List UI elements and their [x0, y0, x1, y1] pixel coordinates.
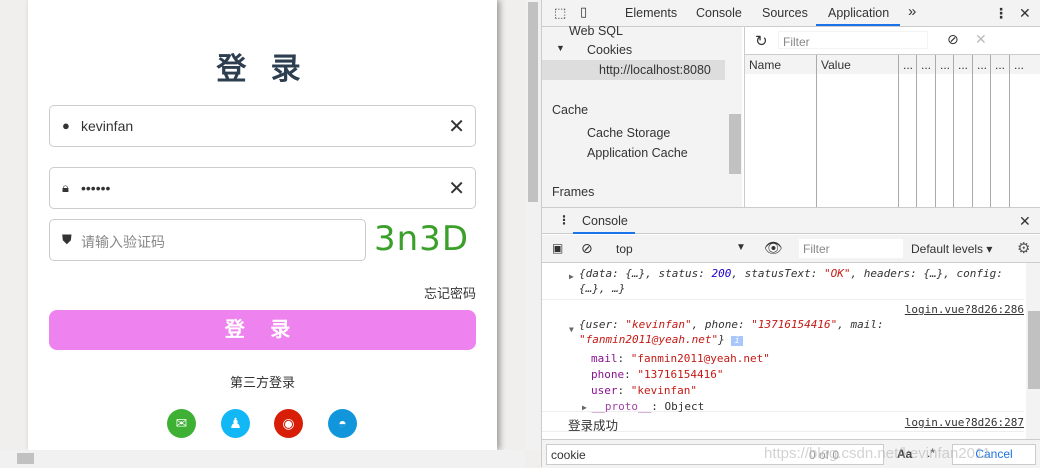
phone-value: "13716154416"	[637, 368, 724, 381]
captcha-placeholder: 请输入验证码	[81, 234, 165, 250]
sidebar-scrollbar[interactable]	[729, 114, 741, 174]
user-icon: ●	[62, 118, 70, 133]
lock-icon: 🔒︎	[62, 180, 69, 195]
sidebar-item-cookie-host[interactable]: http://localhost:8080	[542, 60, 725, 80]
qq-icon[interactable]: ♟	[221, 409, 250, 438]
console-message: ▶ {data: {…}, status: 200, statusText: "…	[542, 263, 1024, 300]
tab-console[interactable]: Console	[696, 6, 742, 20]
clear-all-icon[interactable]: ⊘	[947, 31, 959, 48]
login-title: 登 录	[216, 53, 309, 86]
sidebar-item-web-sql[interactable]: Web SQL	[569, 24, 623, 38]
weibo-icon[interactable]: ◉	[274, 409, 303, 438]
console-message: login.vue?8d26:286 ▼ {user: "kevinfan", …	[542, 300, 1024, 413]
expand-arrow-icon[interactable]: ▼	[556, 43, 565, 53]
delete-selected-icon[interactable]: ✕	[975, 31, 987, 48]
username-field[interactable]: ● kevinfan ✕	[49, 105, 476, 147]
search-bar: cookie 0 of 0 Aa .* Cancel https://blog.…	[542, 439, 1040, 468]
wechat-icon[interactable]: ✉	[167, 409, 196, 438]
column-header[interactable]: ...	[936, 55, 954, 74]
drawer-tab-console[interactable]: Console	[582, 214, 628, 228]
message-text: 登录成功	[568, 419, 619, 433]
settings-gear-icon[interactable]: ⚙	[1017, 239, 1030, 257]
column-header[interactable]: ...	[917, 55, 936, 74]
page-horizontal-scrollbar[interactable]	[0, 450, 525, 467]
page-viewport: 登 录 ● kevinfan ✕ 🔒︎ •••••• ✕ ⛊ 请输入验证码 3n…	[0, 0, 540, 467]
column-header[interactable]: ...	[973, 55, 991, 74]
tab-sources[interactable]: Sources	[762, 6, 808, 20]
sidebar-item-cookies[interactable]: Cookies	[587, 43, 632, 57]
page-vertical-scrollbar[interactable]	[525, 0, 540, 450]
third-party-label: 第三方登录	[229, 375, 295, 390]
context-select[interactable]: top	[616, 242, 633, 256]
login-card: 登 录 ● kevinfan ✕ 🔒︎ •••••• ✕ ⛊ 请输入验证码 3n…	[28, 0, 497, 450]
more-tabs-button[interactable]: »	[908, 3, 916, 20]
forgot-password-link[interactable]: 忘记密码	[424, 283, 476, 302]
source-link[interactable]: login.vue?8d26:287	[905, 416, 1024, 429]
console-drawer: ⋮ Console ✕ ▣ ⊘ top ▼ 👁︎ Filter Default …	[542, 207, 1040, 468]
log-levels-dropdown[interactable]: Default levels ▾	[911, 242, 992, 256]
column-header[interactable]: ...	[991, 55, 1010, 74]
devtools-tabbar: ⬚ ▯ Elements Console Sources Application…	[542, 0, 1040, 27]
tab-application[interactable]: Application	[828, 6, 889, 20]
column-header-value[interactable]: Value	[817, 55, 899, 74]
column-header[interactable]: ...	[899, 55, 917, 74]
eye-icon[interactable]: 👁︎	[764, 239, 783, 257]
login-button[interactable]: 登 录	[49, 310, 476, 350]
username-value: kevinfan	[81, 118, 134, 134]
search-value: cookie	[551, 448, 586, 462]
sidebar-section-frames: Frames	[552, 185, 595, 199]
menu-icon[interactable]: ⋮	[994, 5, 1008, 22]
refresh-icon[interactable]: ↻	[755, 32, 768, 50]
close-icon[interactable]: ✕	[1019, 5, 1031, 22]
collapse-arrow-icon[interactable]: ▼	[569, 325, 574, 334]
context-dropdown-icon[interactable]: ▼	[736, 242, 746, 253]
captcha-field[interactable]: ⛊ 请输入验证码	[49, 219, 366, 261]
column-header-name[interactable]: Name	[745, 55, 817, 74]
device-toolbar-icon[interactable]: ▯	[580, 4, 587, 20]
column-header[interactable]: ...	[1010, 55, 1040, 74]
shield-icon: ⛊	[62, 232, 72, 247]
cookies-table: ↻ Filter ⊘ ✕ Name Value ... ... ... ... …	[744, 27, 1040, 207]
password-field[interactable]: 🔒︎ •••••• ✕	[49, 167, 476, 209]
sidebar-section-cache: Cache	[552, 103, 589, 117]
sidebar-item-application-cache[interactable]: Application Cache	[587, 146, 688, 160]
cookie-filter-input[interactable]: Filter	[778, 31, 928, 49]
cookie-host-label: http://localhost:8080	[599, 63, 711, 77]
sidebar-item-cache-storage[interactable]: Cache Storage	[587, 126, 670, 140]
watermark: https://blog.csdn.net/kevinfan2011	[764, 445, 991, 462]
column-header[interactable]: ...	[954, 55, 973, 74]
user-value: "kevinfan"	[630, 384, 697, 397]
clear-console-icon[interactable]: ⊘	[581, 240, 593, 257]
inspect-icon[interactable]: ⬚	[554, 5, 566, 21]
expand-arrow-icon[interactable]: ▶	[569, 272, 574, 281]
drawer-close-icon[interactable]: ✕	[1019, 213, 1031, 230]
captcha-image[interactable]: 3n3D	[374, 219, 476, 261]
github-icon[interactable]: ◓	[328, 409, 357, 438]
info-icon[interactable]: i	[731, 336, 743, 346]
password-value: ••••••	[81, 180, 111, 196]
mail-value: "fanmin2011@yeah.net"	[630, 352, 770, 365]
application-sidebar: Web SQL ▼ Cookies http://localhost:8080 …	[542, 24, 742, 207]
console-scrollbar[interactable]	[1026, 263, 1040, 439]
tab-elements[interactable]: Elements	[625, 6, 677, 20]
clear-icon[interactable]: ✕	[448, 176, 465, 201]
console-message: 登录成功 login.vue?8d26:287	[542, 412, 1024, 433]
source-link[interactable]: login.vue?8d26:286	[905, 303, 1024, 316]
console-filter-input[interactable]: Filter	[799, 239, 903, 258]
sidebar-toggle-icon[interactable]: ▣	[552, 241, 563, 255]
devtools-panel: ⬚ ▯ Elements Console Sources Application…	[541, 0, 1040, 468]
clear-icon[interactable]: ✕	[448, 114, 465, 139]
drawer-menu-icon[interactable]: ⋮	[558, 213, 570, 227]
